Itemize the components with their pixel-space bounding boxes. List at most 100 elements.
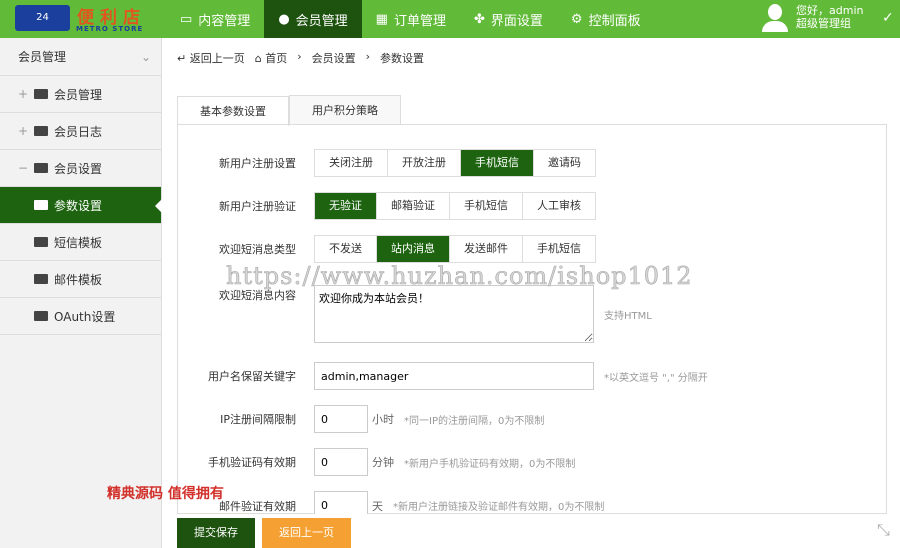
save-button[interactable]: 提交保存 [177, 518, 255, 548]
user-icon: ● [278, 11, 290, 27]
user-greeting: 您好，admin [796, 4, 864, 17]
field-hint: 支持HTML [604, 311, 652, 322]
option-sms[interactable]: 手机短信 [450, 193, 523, 219]
back-button[interactable]: 返回上一页 [262, 518, 351, 548]
sidebar-item-settings[interactable]: − 会员设置 [0, 150, 161, 187]
field-label: 手机验证码有效期 [208, 456, 296, 469]
sidebar-header[interactable]: 会员管理 ⌄ [0, 38, 161, 76]
option-open[interactable]: 开放注册 [388, 150, 461, 176]
main-nav: ▭ 内容管理 ● 会员管理 ▦ 订单管理 ✤ 界面设置 ⚙ 控制面板 [166, 0, 655, 38]
mail-expire-input[interactable] [314, 491, 368, 514]
field-label: 用户名保留关键字 [208, 370, 296, 383]
row-welcome-type: 欢迎短消息类型 不发送 站内消息 发送邮件 手机短信 [177, 235, 887, 263]
row-sms-expire: 手机验证码有效期 分钟 *新用户手机验证码有效期，0为不限制 [177, 448, 887, 476]
chevron-down-icon[interactable]: ✓ [882, 10, 894, 26]
sidebar-item-label: 会员设置 [54, 161, 103, 176]
sidebar-item-label: 邮件模板 [54, 272, 103, 287]
user-menu[interactable]: 您好，admin 超级管理组 [762, 4, 863, 32]
back-link[interactable]: ↵ 返回上一页 [177, 50, 245, 66]
sidebar-item-sms-template[interactable]: 短信模板 [0, 224, 161, 261]
sidebar-item-label: 会员日志 [54, 124, 103, 139]
user-group: 超级管理组 [796, 17, 851, 30]
back-label: 返回上一页 [189, 52, 245, 65]
sidebar-item-label: 短信模板 [54, 235, 103, 250]
option-none[interactable]: 无验证 [315, 193, 377, 219]
nav-orders[interactable]: ▦ 订单管理 [362, 0, 460, 38]
nav-label: 会员管理 [295, 13, 348, 29]
top-bar: 24 便利店 METRO STORE ▭ 内容管理 ● 会员管理 ▦ 订单管理 ✤ 界面… [0, 0, 900, 38]
monitor-icon: ▭ [180, 11, 193, 27]
folder-icon [34, 200, 48, 210]
folder-icon [34, 311, 48, 321]
row-ip-limit: IP注册间隔限制 小时 *同一IP的注册间隔，0为不限制 [177, 405, 887, 433]
order-icon: ▦ [375, 11, 388, 27]
tab-points[interactable]: 用户积分策略 [289, 95, 401, 125]
field-unit: 天 [372, 500, 383, 513]
breadcrumb-level1[interactable]: 会员设置 [312, 50, 356, 66]
resize-icon[interactable]: ⤡ [877, 520, 890, 540]
nav-interface[interactable]: ✤ 界面设置 [460, 0, 557, 38]
folder-icon [34, 274, 48, 284]
registration-options: 关闭注册 开放注册 手机短信 邀请码 [314, 149, 596, 177]
option-close[interactable]: 关闭注册 [315, 150, 388, 176]
option-email[interactable]: 邮箱验证 [377, 193, 450, 219]
row-registration: 新用户注册设置 关闭注册 开放注册 手机短信 邀请码 [177, 149, 887, 177]
back-arrow-icon: ↵ [177, 52, 190, 65]
collapse-icon: − [18, 161, 29, 175]
row-mail-expire: 邮件验证有效期 天 *新用户注册链接及验证邮件有效期，0为不限制 [177, 491, 887, 514]
option-manual[interactable]: 人工审核 [523, 193, 595, 219]
tab-basic[interactable]: 基本参数设置 [177, 96, 289, 126]
nav-members[interactable]: ● 会员管理 [264, 0, 362, 38]
nav-content[interactable]: ▭ 内容管理 [166, 0, 264, 38]
puzzle-icon: ✤ [473, 11, 485, 27]
home-icon: ⌂ [254, 52, 266, 65]
home-link[interactable]: ⌂ 首页 [255, 50, 287, 66]
watermark-slogan: 精典源码 值得拥有 [107, 486, 224, 502]
field-label: 新用户注册验证 [219, 200, 296, 213]
option-email[interactable]: 发送邮件 [450, 236, 523, 262]
verify-options: 无验证 邮箱验证 手机短信 人工审核 [314, 192, 596, 220]
sms-expire-input[interactable] [314, 448, 368, 476]
nav-label: 界面设置 [490, 13, 543, 29]
option-sms[interactable]: 手机短信 [523, 236, 595, 262]
nav-label: 订单管理 [393, 13, 446, 29]
field-label: 欢迎短消息内容 [219, 289, 296, 302]
separator-icon: › [297, 50, 302, 63]
option-sms[interactable]: 手机短信 [461, 150, 534, 176]
home-label: 首页 [265, 52, 288, 65]
sidebar-item-members[interactable]: + 会员管理 [0, 76, 161, 113]
field-hint: *同一IP的注册间隔，0为不限制 [404, 415, 545, 427]
folder-icon [34, 89, 48, 99]
sidebar-item-label: 参数设置 [54, 198, 103, 213]
field-hint: *新用户手机验证码有效期，0为不限制 [404, 458, 576, 470]
sidebar: 会员管理 ⌄ + 会员管理 + 会员日志 − 会员设置 参数设置 短信模板 邮件模板 O… [0, 38, 162, 548]
sidebar-item-mail-template[interactable]: 邮件模板 [0, 261, 161, 298]
sidebar-item-params[interactable]: 参数设置 [0, 187, 162, 224]
row-verify: 新用户注册验证 无验证 邮箱验证 手机短信 人工审核 [177, 192, 887, 220]
field-label: IP注册间隔限制 [220, 413, 296, 426]
logo-sub: METRO STORE [76, 25, 144, 33]
gear-icon: ⚙ [570, 11, 583, 27]
sidebar-item-label: OAuth设置 [54, 309, 116, 324]
breadcrumb-current: 参数设置 [380, 52, 425, 65]
option-none[interactable]: 不发送 [315, 236, 377, 262]
option-site-message[interactable]: 站内消息 [377, 236, 450, 262]
field-unit: 小时 [372, 413, 394, 426]
reserved-keywords-input[interactable] [314, 362, 594, 390]
folder-icon [34, 163, 48, 173]
field-label: 欢迎短消息类型 [219, 243, 296, 256]
field-hint: *新用户注册链接及验证邮件有效期，0为不限制 [393, 502, 605, 513]
folder-icon [34, 237, 48, 247]
option-invite[interactable]: 邀请码 [534, 150, 595, 176]
expand-icon: + [18, 124, 29, 138]
expand-icon: + [18, 87, 29, 101]
sidebar-item-logs[interactable]: + 会员日志 [0, 113, 161, 150]
welcome-content-textarea[interactable]: 欢迎你成为本站会员！ [314, 285, 594, 343]
ip-limit-input[interactable] [314, 405, 368, 433]
avatar-icon [762, 4, 788, 32]
sidebar-item-oauth[interactable]: OAuth设置 [0, 298, 161, 335]
nav-control-panel[interactable]: ⚙ 控制面板 [557, 0, 655, 38]
field-label: 新用户注册设置 [219, 157, 296, 170]
welcome-type-options: 不发送 站内消息 发送邮件 手机短信 [314, 235, 596, 263]
breadcrumb: ↵ 返回上一页 ⌂ 首页 › 会员设置 › 参数设置 [177, 50, 424, 66]
